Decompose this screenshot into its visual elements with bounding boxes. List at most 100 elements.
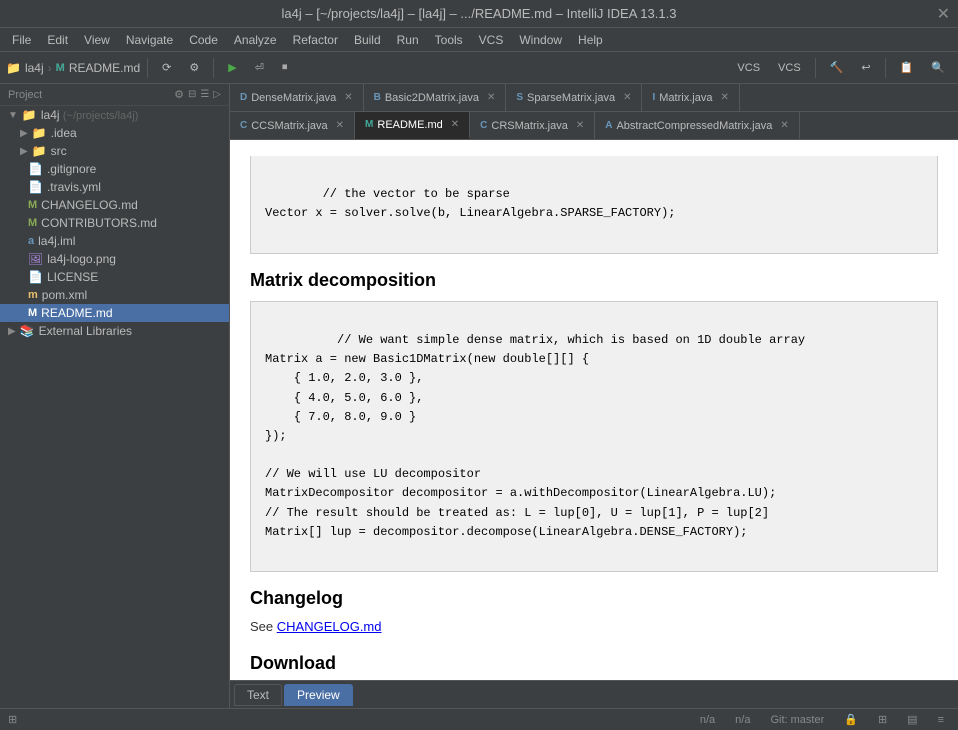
menu-item-refactor[interactable]: Refactor [285, 31, 346, 49]
run-btn[interactable]: ▶ [221, 58, 243, 77]
tab-sparse-matrix[interactable]: S SparseMatrix.java ✕ [506, 84, 642, 111]
menu-item-navigate[interactable]: Navigate [118, 31, 181, 49]
stop-btn[interactable]: ⏹ [275, 58, 295, 77]
tab-icon: A [605, 120, 612, 131]
file-icon: 📄 [28, 180, 43, 194]
sidebar-collapse-icon[interactable]: ⊟ [188, 89, 196, 100]
sidebar-item-license[interactable]: 📄 LICENSE [0, 268, 229, 286]
tree-item-label: External Libraries [39, 324, 132, 338]
tab-label: Matrix.java [659, 92, 712, 104]
changelog-link[interactable]: CHANGELOG.md [277, 619, 382, 634]
vcs-btn[interactable]: VCS [730, 59, 767, 77]
tab-preview[interactable]: Preview [284, 684, 353, 706]
tab-basic2d-matrix[interactable]: B Basic2DMatrix.java ✕ [364, 84, 507, 111]
status-event-log-icon[interactable]: ▤ [901, 713, 923, 726]
search-everywhere-btn[interactable]: 🔍 [924, 58, 952, 77]
menu-item-vcs[interactable]: VCS [471, 31, 512, 49]
tree-item-label: .idea [51, 126, 77, 140]
sidebar-item-la4j[interactable]: ▼ 📁 la4j (~/projects/la4j) [0, 106, 229, 124]
structure-btn[interactable]: 📋 [893, 58, 921, 77]
sidebar-item-logo[interactable]: 🖼 la4j-logo.png [0, 250, 229, 268]
status-expand-icon[interactable]: ⊞ [8, 713, 17, 726]
tab-icon: M [365, 119, 373, 130]
tab-dense-matrix[interactable]: D DenseMatrix.java ✕ [230, 84, 364, 111]
undo-btn[interactable]: ↩ [854, 58, 877, 77]
sidebar-arrow-icon[interactable]: ▷ [213, 89, 221, 100]
tab-close-icon[interactable]: ✕ [487, 92, 495, 103]
sidebar-item-contributors[interactable]: M CONTRIBUTORS.md [0, 214, 229, 232]
settings-btn[interactable]: ⚙ [182, 58, 206, 77]
tab-crs-matrix[interactable]: C CRSMatrix.java ✕ [470, 112, 595, 139]
sidebar-item-external-libraries[interactable]: ▶ 📚 External Libraries [0, 322, 229, 340]
tab-close-icon[interactable]: ✕ [451, 119, 459, 130]
tab-close-icon[interactable]: ✕ [344, 92, 352, 103]
tab-close-icon[interactable]: ✕ [780, 120, 788, 131]
menu-item-build[interactable]: Build [346, 31, 389, 49]
menu-item-help[interactable]: Help [570, 31, 611, 49]
xml-icon: m [28, 289, 38, 301]
window-title: la4j – [~/projects/la4j] – [la4j] – .../… [282, 6, 677, 21]
tab-icon: C [240, 120, 247, 131]
sidebar-item-src[interactable]: ▶ 📁 src [0, 142, 229, 160]
status-messages-icon[interactable]: ⊞ [872, 713, 893, 726]
build-btn[interactable]: 🔨 [823, 58, 851, 77]
menu-item-analyze[interactable]: Analyze [226, 31, 285, 49]
tab-text[interactable]: Text [234, 684, 282, 706]
status-na1: n/a [694, 714, 721, 726]
status-na2: n/a [729, 714, 756, 726]
sidebar-item-travis[interactable]: 📄 .travis.yml [0, 178, 229, 196]
tree-item-label: README.md [41, 306, 112, 320]
section-matrix-decomposition: Matrix decomposition // We want simple d… [250, 270, 938, 572]
menu-item-tools[interactable]: Tools [427, 31, 471, 49]
sidebar-options-icon[interactable]: ☰ [200, 89, 209, 100]
menu-item-file[interactable]: File [4, 31, 39, 49]
sidebar-item-idea[interactable]: ▶ 📁 .idea [0, 124, 229, 142]
folder-icon: 📁 [22, 108, 37, 122]
heading-matrix-decomposition: Matrix decomposition [250, 270, 938, 291]
prelude-code-block: // the vector to be sparse Vector x = so… [250, 156, 938, 254]
img-icon: 🖼 [28, 252, 43, 266]
toolbar-separator [147, 58, 148, 78]
breadcrumb-sep: › [48, 61, 52, 75]
status-terminal-icon[interactable]: ≡ [932, 714, 950, 726]
close-button[interactable]: ✕ [937, 4, 950, 24]
sidebar-item-gitignore[interactable]: 📄 .gitignore [0, 160, 229, 178]
code-content: // We want simple dense matrix, which is… [265, 333, 805, 539]
md-icon: M [56, 62, 65, 74]
tab-close-icon[interactable]: ✕ [336, 120, 344, 131]
tab-ccs-matrix[interactable]: C CCSMatrix.java ✕ [230, 112, 355, 139]
tab-bar-row1: D DenseMatrix.java ✕ B Basic2DMatrix.jav… [230, 84, 958, 112]
menu-item-edit[interactable]: Edit [39, 31, 76, 49]
code-content: // the vector to be sparse Vector x = so… [265, 187, 675, 220]
tree-item-label: src [51, 144, 67, 158]
debug-btn[interactable]: ⏎ [248, 58, 271, 77]
sync-btn[interactable]: ⟳ [155, 58, 178, 77]
md-icon: M [28, 199, 37, 211]
vcs2-btn[interactable]: VCS [771, 59, 808, 77]
tab-matrix[interactable]: I Matrix.java ✕ [642, 84, 739, 111]
menu-item-window[interactable]: Window [511, 31, 570, 49]
sidebar-item-changelog[interactable]: M CHANGELOG.md [0, 196, 229, 214]
changelog-paragraph: See CHANGELOG.md [250, 617, 938, 637]
section-changelog: Changelog See CHANGELOG.md [250, 588, 938, 637]
sidebar-item-readme[interactable]: M README.md [0, 304, 229, 322]
tab-close-icon[interactable]: ✕ [576, 120, 584, 131]
tree-item-label: pom.xml [42, 288, 87, 302]
project-label[interactable]: la4j [25, 61, 44, 75]
tab-close-icon[interactable]: ✕ [720, 92, 728, 103]
sidebar-item-pomxml[interactable]: m pom.xml [0, 286, 229, 304]
tree-item-label: .gitignore [47, 162, 96, 176]
menu-item-code[interactable]: Code [181, 31, 226, 49]
tree-item-label: la4j (~/projects/la4j) [41, 108, 139, 122]
iml-icon: a [28, 235, 34, 247]
tab-readme[interactable]: M README.md ✕ [355, 112, 470, 139]
menu-item-view[interactable]: View [76, 31, 118, 49]
status-git[interactable]: Git: master [764, 714, 830, 726]
sidebar-item-la4jiml[interactable]: a la4j.iml [0, 232, 229, 250]
tab-close-icon[interactable]: ✕ [623, 92, 631, 103]
menu-item-run[interactable]: Run [389, 31, 427, 49]
readme-label[interactable]: README.md [69, 61, 140, 75]
tab-abstract-compressed[interactable]: A AbstractCompressedMatrix.java ✕ [595, 112, 800, 139]
sidebar-settings-icon[interactable]: ⚙ [174, 88, 184, 101]
toolbar-sep3 [815, 58, 816, 78]
